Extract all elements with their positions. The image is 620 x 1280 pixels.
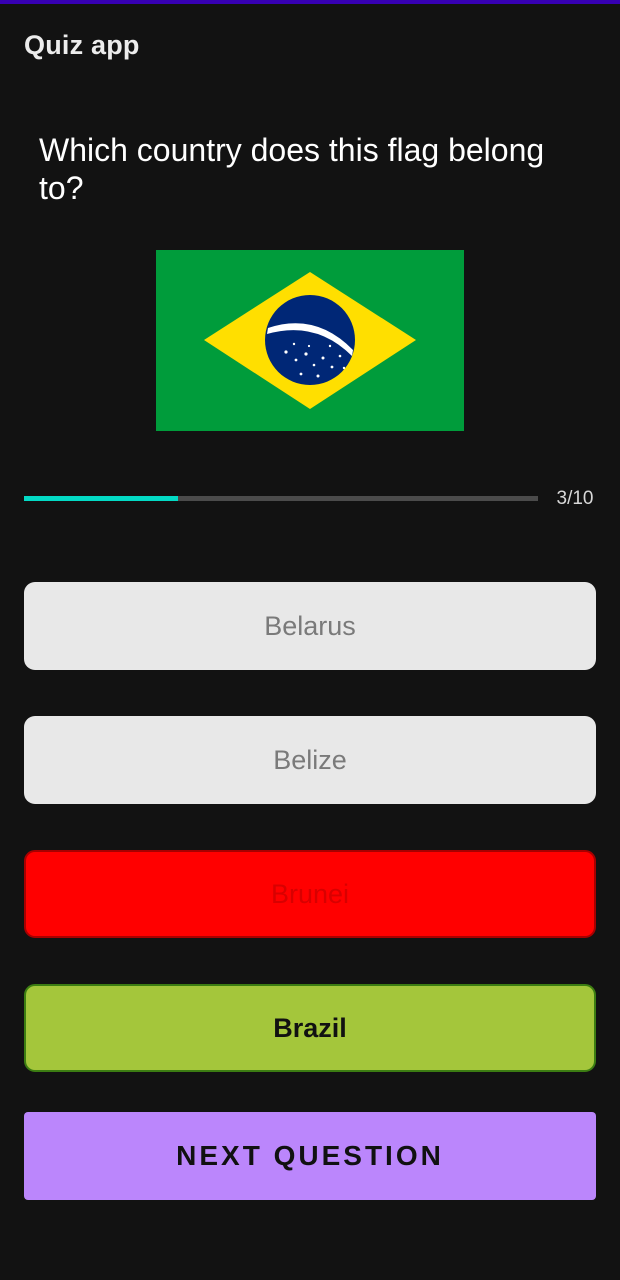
app-title: Quiz app xyxy=(24,30,140,60)
answer-option-brazil[interactable]: Brazil xyxy=(24,984,596,1072)
next-question-button[interactable]: NEXT QUESTION xyxy=(24,1112,596,1200)
progress-counter: 3/10 xyxy=(556,488,594,509)
question-text: Which country does this flag belong to? xyxy=(39,132,545,206)
progress-fill xyxy=(24,496,179,501)
answer-option-belarus[interactable]: Belarus xyxy=(24,582,596,670)
top-accent-bar xyxy=(0,0,620,4)
answer-option-belize[interactable]: Belize xyxy=(24,716,596,804)
quiz-progress-bar xyxy=(24,496,538,501)
answer-option-brunei[interactable]: Brunei xyxy=(24,850,596,938)
brazil-flag-image xyxy=(156,250,464,431)
